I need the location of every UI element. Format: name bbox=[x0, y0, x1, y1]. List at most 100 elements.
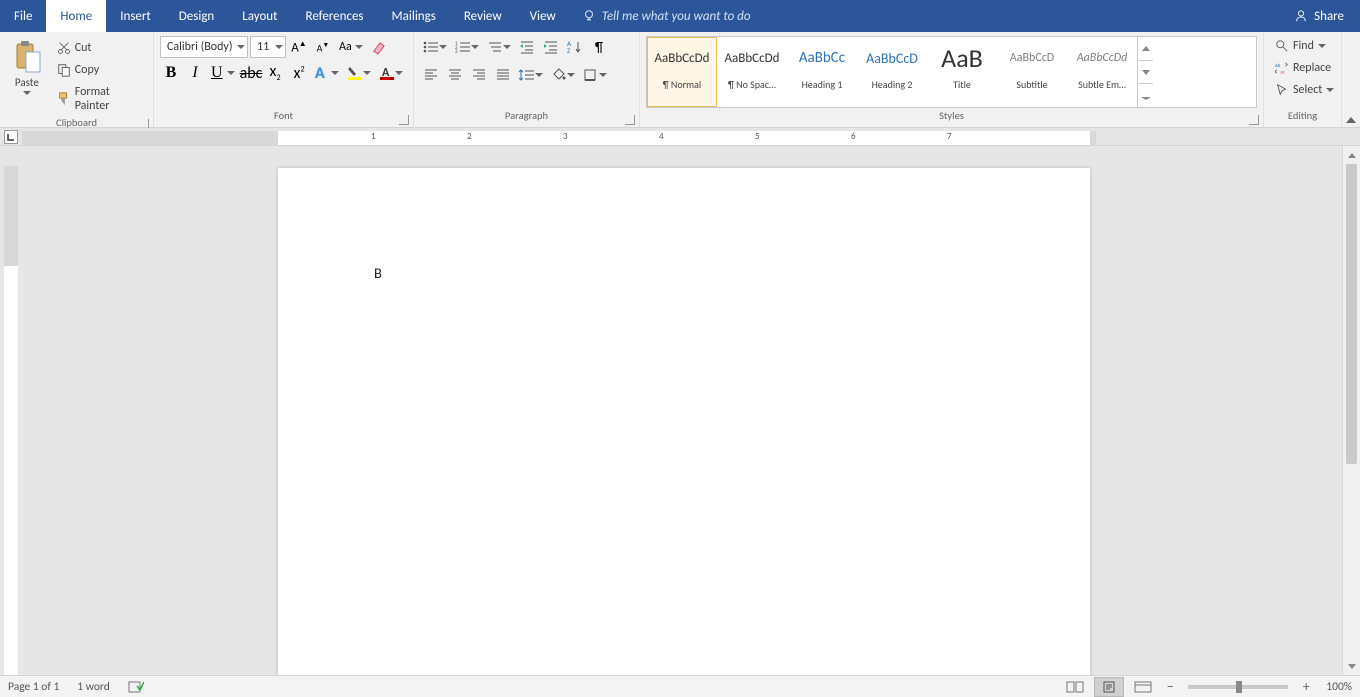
gallery-more[interactable] bbox=[1138, 84, 1153, 107]
chevron-down-icon bbox=[535, 73, 543, 77]
tab-selector[interactable] bbox=[4, 130, 18, 144]
ruler-number: 5 bbox=[755, 131, 760, 142]
style--no-spac-[interactable]: AaBbCcDd¶ No Spac… bbox=[717, 37, 787, 107]
strikethrough-button[interactable]: abc bbox=[240, 62, 262, 84]
clear-formatting-button[interactable] bbox=[368, 36, 390, 58]
tab-home[interactable]: Home bbox=[46, 0, 106, 32]
style-title[interactable]: AaBTitle bbox=[927, 37, 997, 107]
format-painter-button[interactable]: Format Painter bbox=[52, 82, 147, 116]
web-layout-button[interactable] bbox=[1128, 677, 1158, 697]
tab-design[interactable]: Design bbox=[165, 0, 228, 32]
paste-icon bbox=[12, 40, 42, 74]
line-spacing-button[interactable] bbox=[516, 64, 546, 86]
tab-view[interactable]: View bbox=[516, 0, 570, 32]
tab-review[interactable]: Review bbox=[450, 0, 516, 32]
shading-button[interactable] bbox=[548, 64, 578, 86]
cut-button[interactable]: Cut bbox=[52, 38, 147, 58]
tab-file[interactable]: File bbox=[0, 0, 46, 32]
vertical-ruler[interactable] bbox=[0, 146, 22, 675]
superscript-button[interactable]: x2 bbox=[288, 62, 310, 84]
paragraph-launcher[interactable] bbox=[625, 115, 635, 125]
font-size-combo[interactable]: 11 bbox=[250, 36, 286, 58]
numbering-button[interactable]: 123 bbox=[452, 36, 482, 58]
paragraph-group-label: Paragraph bbox=[505, 109, 548, 122]
zoom-out-button[interactable]: − bbox=[1162, 678, 1178, 695]
style--normal[interactable]: AaBbCcDd¶ Normal bbox=[647, 37, 717, 107]
zoom-slider[interactable] bbox=[1188, 685, 1288, 689]
underline-icon: U bbox=[211, 64, 223, 82]
find-label: Find bbox=[1293, 39, 1314, 53]
proofing-icon[interactable] bbox=[128, 680, 144, 694]
font-launcher[interactable] bbox=[399, 115, 409, 125]
italic-button[interactable]: I bbox=[184, 62, 206, 84]
document-content[interactable]: B bbox=[374, 264, 994, 282]
ruler-number: 7 bbox=[947, 131, 952, 142]
gallery-up[interactable] bbox=[1138, 37, 1153, 61]
decrease-indent-button[interactable] bbox=[516, 36, 538, 58]
vertical-scrollbar[interactable] bbox=[1342, 146, 1360, 675]
zoom-in-button[interactable]: + bbox=[1298, 678, 1314, 695]
increase-indent-button[interactable] bbox=[540, 36, 562, 58]
scissors-icon bbox=[57, 41, 71, 55]
styles-launcher[interactable] bbox=[1249, 115, 1259, 125]
paste-button[interactable]: Paste bbox=[6, 36, 48, 116]
read-mode-button[interactable] bbox=[1060, 677, 1090, 697]
find-button[interactable]: Find bbox=[1270, 36, 1335, 56]
chevron-down-icon bbox=[503, 45, 511, 49]
highlight-button[interactable] bbox=[344, 62, 374, 84]
page[interactable]: B bbox=[278, 168, 1090, 675]
underline-button[interactable]: U bbox=[208, 62, 238, 84]
tab-mailings[interactable]: Mailings bbox=[378, 0, 450, 32]
align-center-button[interactable] bbox=[444, 64, 466, 86]
collapse-ribbon-button[interactable] bbox=[1342, 32, 1360, 127]
bullets-button[interactable] bbox=[420, 36, 450, 58]
show-marks-button[interactable]: ¶ bbox=[588, 36, 610, 58]
replace-button[interactable]: abac Replace bbox=[1270, 58, 1335, 78]
justify-button[interactable] bbox=[492, 64, 514, 86]
align-left-button[interactable] bbox=[420, 64, 442, 86]
replace-icon: abac bbox=[1275, 61, 1289, 75]
paste-label: Paste bbox=[15, 76, 39, 89]
copy-icon bbox=[57, 63, 71, 77]
style-preview: AaBbCcDd bbox=[655, 44, 710, 72]
change-case-button[interactable]: Aa bbox=[336, 36, 366, 58]
scroll-down-button[interactable] bbox=[1343, 657, 1360, 675]
group-paragraph: 123 AZ ¶ Paragraph bbox=[414, 32, 640, 127]
sort-button[interactable]: AZ bbox=[564, 36, 586, 58]
grow-font-button[interactable]: A▲ bbox=[288, 36, 310, 58]
align-center-icon bbox=[448, 68, 462, 82]
cursor-icon bbox=[1275, 83, 1289, 97]
text-effects-button[interactable]: A bbox=[312, 62, 342, 84]
copy-button[interactable]: Copy bbox=[52, 60, 147, 80]
style-heading-1[interactable]: AaBbCcHeading 1 bbox=[787, 37, 857, 107]
style-heading-2[interactable]: AaBbCcDHeading 2 bbox=[857, 37, 927, 107]
word-count[interactable]: 1 word bbox=[77, 680, 110, 694]
share-button[interactable]: Share bbox=[1278, 0, 1360, 32]
tell-me-search[interactable]: Tell me what you want to do bbox=[570, 0, 763, 32]
tab-layout[interactable]: Layout bbox=[228, 0, 291, 32]
page-indicator[interactable]: Page 1 of 1 bbox=[8, 680, 59, 694]
shrink-font-button[interactable]: A▼ bbox=[312, 36, 334, 58]
document-area[interactable]: B bbox=[22, 146, 1342, 675]
group-editing: Find abac Replace Select Editing bbox=[1264, 32, 1342, 127]
style-subtitle[interactable]: AaBbCcDSubtitle bbox=[997, 37, 1067, 107]
horizontal-ruler[interactable]: 1234567 bbox=[0, 128, 1360, 146]
select-button[interactable]: Select bbox=[1270, 80, 1335, 100]
tab-insert[interactable]: Insert bbox=[106, 0, 165, 32]
zoom-thumb[interactable] bbox=[1236, 681, 1242, 693]
bold-button[interactable]: B bbox=[160, 62, 182, 84]
print-layout-button[interactable] bbox=[1094, 677, 1124, 697]
style-subtle-em-[interactable]: AaBbCcDdSubtle Em… bbox=[1067, 37, 1137, 107]
tab-references[interactable]: References bbox=[292, 0, 378, 32]
font-color-button[interactable]: A bbox=[376, 62, 406, 84]
font-name-combo[interactable]: Calibri (Body) bbox=[160, 36, 248, 58]
borders-button[interactable] bbox=[580, 64, 610, 86]
scroll-up-button[interactable] bbox=[1343, 146, 1360, 164]
multilevel-list-button[interactable] bbox=[484, 36, 514, 58]
subscript-button[interactable]: x2 bbox=[264, 62, 286, 84]
align-right-button[interactable] bbox=[468, 64, 490, 86]
scroll-thumb[interactable] bbox=[1346, 164, 1357, 464]
gallery-down[interactable] bbox=[1138, 61, 1153, 85]
zoom-level[interactable]: 100% bbox=[1326, 680, 1352, 694]
style-preview: AaB bbox=[941, 44, 983, 72]
